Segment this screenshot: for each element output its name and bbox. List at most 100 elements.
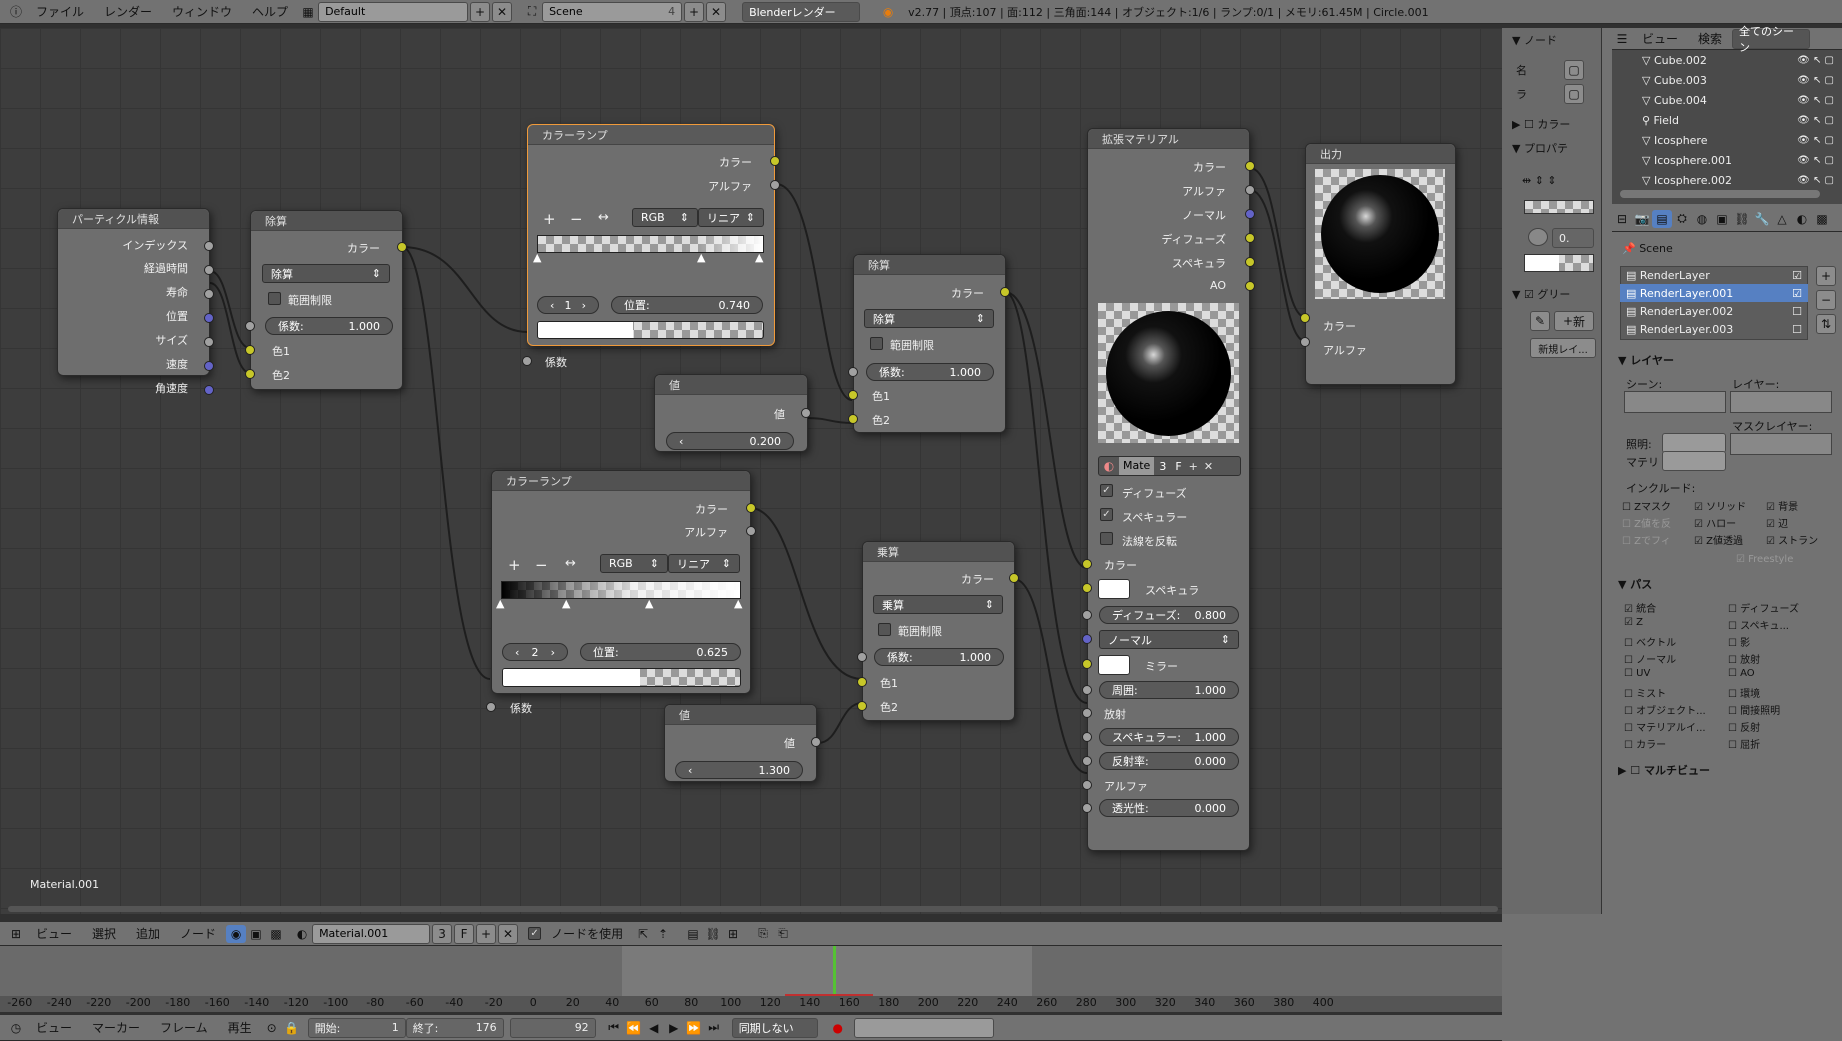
shader-nodes-icon[interactable]: ◉ — [226, 924, 247, 943]
socket-factor[interactable] — [522, 356, 532, 366]
socket-index[interactable] — [204, 241, 214, 251]
jump-start-icon[interactable]: ⏮ — [604, 1019, 624, 1037]
socket-color1[interactable] — [245, 345, 255, 355]
layout-remove-button[interactable]: ✕ — [492, 1, 513, 22]
menu-add[interactable]: 追加 — [126, 925, 170, 942]
outliner-item[interactable]: ▽ Icosphere.001 👁 ↖ ▢ — [1612, 150, 1842, 170]
material-selector[interactable]: ◐ Mate 3 F + ✕ — [1098, 456, 1241, 476]
menu-view[interactable]: ビュー — [26, 925, 82, 942]
invert-normal-checkbox[interactable] — [1100, 532, 1113, 545]
socket-out-color[interactable] — [770, 156, 780, 166]
normal-select[interactable]: ノーマル ⇕ — [1099, 630, 1239, 649]
outliner-item[interactable]: ▽ Cube.002 👁 ↖ ▢ — [1612, 50, 1842, 70]
mirror-color-swatch[interactable] — [1098, 655, 1130, 675]
render-layers-tab-icon[interactable]: ▤ — [1652, 209, 1672, 228]
modifiers-tab-icon[interactable]: 🔧 — [1752, 210, 1772, 228]
specular-color-swatch[interactable] — [1098, 579, 1130, 599]
socket-lifetime[interactable] — [204, 289, 214, 299]
render-layer-item[interactable]: ▤ RenderLayer ☑ — [1620, 266, 1808, 284]
ramp-mini-field[interactable]: 0. — [1552, 228, 1594, 248]
socket-out-color[interactable] — [746, 503, 756, 513]
end-frame-field[interactable]: 終了: 176 — [405, 1017, 504, 1038]
factor-slider[interactable]: 係数: 1.000 — [866, 363, 994, 381]
ambient-slider[interactable]: 周囲: 1.000 — [1099, 681, 1239, 699]
ramp-stop-color[interactable] — [502, 668, 741, 687]
ramp-position[interactable]: 位置: 0.740 — [611, 296, 763, 314]
include-option[interactable]: ☑ 辺 — [1766, 515, 1788, 530]
parent-icon[interactable]: ⇡ — [653, 925, 673, 943]
material-icon[interactable]: ◐ — [292, 925, 312, 943]
socket-color1[interactable] — [857, 677, 867, 687]
material-field[interactable]: Material.001 — [312, 923, 431, 944]
lock-icon[interactable]: 🔒 — [282, 1019, 302, 1037]
grease-new-button[interactable]: + 新 — [1554, 311, 1594, 331]
menu-marker[interactable]: マーカー — [82, 1019, 150, 1036]
menu-window[interactable]: ウィンドウ — [162, 3, 242, 20]
material-close-icon[interactable]: ✕ — [1201, 460, 1216, 473]
socket-location[interactable] — [204, 313, 214, 323]
socket-in-translucency[interactable] — [1082, 803, 1092, 813]
render-layer-remove-button[interactable]: − — [1816, 290, 1836, 310]
name-field-icon[interactable]: ▢ — [1564, 60, 1584, 80]
visibility-icon[interactable]: 👁 ↖ ▢ — [1797, 75, 1834, 86]
socket-in-alpha[interactable] — [1082, 780, 1092, 790]
menu-select[interactable]: 選択 — [82, 925, 126, 942]
material-fake-user[interactable]: F — [1171, 460, 1185, 473]
include-option[interactable]: ☐ Zマスク — [1622, 498, 1671, 513]
visibility-icon[interactable]: 👁 ↖ ▢ — [1797, 155, 1834, 166]
factor-slider[interactable]: 係数: 1.000 — [265, 317, 393, 335]
auto-key-icon[interactable]: ● — [828, 1019, 848, 1037]
material-tab-icon[interactable]: ◐ — [1792, 210, 1812, 228]
socket-color1[interactable] — [848, 390, 858, 400]
pass-option[interactable]: ☐ ミスト — [1624, 685, 1666, 700]
ramp-interpolation[interactable]: リニア ⇕ — [668, 554, 740, 573]
ramp-color-mode[interactable]: RGB ⇕ — [600, 554, 668, 573]
ramp-position[interactable]: 位置: 0.625 — [580, 643, 741, 661]
socket-in-diffuse[interactable] — [1082, 610, 1092, 620]
diffuse-checkbox[interactable]: ✓ — [1100, 484, 1113, 497]
socket-size[interactable] — [204, 337, 214, 347]
render-layer-item[interactable]: ▤ RenderLayer.001 ☑ — [1620, 284, 1808, 302]
visibility-icon[interactable]: 👁 ↖ ▢ — [1797, 115, 1834, 126]
object-tab-icon[interactable]: ▣ — [1712, 210, 1732, 228]
material-override-field[interactable] — [1662, 451, 1726, 471]
value-field[interactable]: ‹ 0.200 — [666, 432, 794, 450]
clamp-checkbox[interactable] — [870, 337, 883, 350]
world-tab-icon[interactable]: ◍ — [1692, 210, 1712, 228]
menu-frame[interactable]: フレーム — [150, 1019, 218, 1036]
socket-in-alpha[interactable] — [1300, 337, 1310, 347]
ramp-mini-color[interactable] — [1524, 254, 1594, 272]
scene-field[interactable]: Scene 4 — [542, 1, 683, 22]
prev-keyframe-icon[interactable]: ⏪ — [624, 1019, 644, 1037]
clamp-checkbox[interactable] — [268, 292, 281, 305]
pass-option[interactable]: ☐ オブジェクト... — [1624, 702, 1706, 717]
texture-nodes-icon[interactable]: ▩ — [266, 925, 286, 943]
pass-option[interactable]: ☐ 影 — [1728, 634, 1750, 649]
visibility-icon[interactable]: 👁 ↖ ▢ — [1797, 95, 1834, 106]
socket-velocity[interactable] — [204, 361, 214, 371]
include-option[interactable]: ☐ Z値を反 — [1622, 515, 1671, 530]
pass-option[interactable]: ☐ スペキュ... — [1728, 617, 1789, 632]
socket-in-spec-amount[interactable] — [1082, 732, 1092, 742]
math-op-select[interactable]: 除算 ⇕ — [262, 264, 390, 283]
new-layer-button[interactable]: 新規レイ... — [1530, 338, 1596, 358]
ramp-mini-controls[interactable]: ⇹ ⇕ ⇕ — [1522, 174, 1557, 187]
ramp-gradient[interactable] — [537, 235, 764, 253]
horizontal-scrollbar[interactable] — [8, 906, 1498, 912]
menu-node[interactable]: ノード — [170, 925, 226, 942]
specular-checkbox[interactable]: ✓ — [1100, 508, 1113, 521]
include-option[interactable]: ☐ Zでフィ — [1622, 532, 1671, 547]
backdrop-icon[interactable]: ▤ — [683, 925, 703, 943]
pass-option[interactable]: ☑ Z — [1624, 617, 1643, 628]
render-tab-icon[interactable]: 📷 — [1632, 210, 1652, 228]
menu-file[interactable]: ファイル — [26, 3, 94, 20]
scene-icon[interactable]: ⛶ — [522, 3, 542, 21]
render-layer-add-button[interactable]: + — [1816, 266, 1836, 286]
visibility-icon[interactable]: 👁 ↖ ▢ — [1797, 135, 1834, 146]
math-op-select[interactable]: 乗算 ⇕ — [873, 595, 1003, 614]
outliner-item[interactable]: ▽ Icosphere 👁 ↖ ▢ — [1612, 130, 1842, 150]
menu-help[interactable]: ヘルプ — [242, 3, 298, 20]
render-engine-select[interactable]: Blenderレンダー — [742, 1, 861, 22]
socket-out-value[interactable] — [801, 408, 811, 418]
socket-in-normal[interactable] — [1082, 634, 1092, 644]
